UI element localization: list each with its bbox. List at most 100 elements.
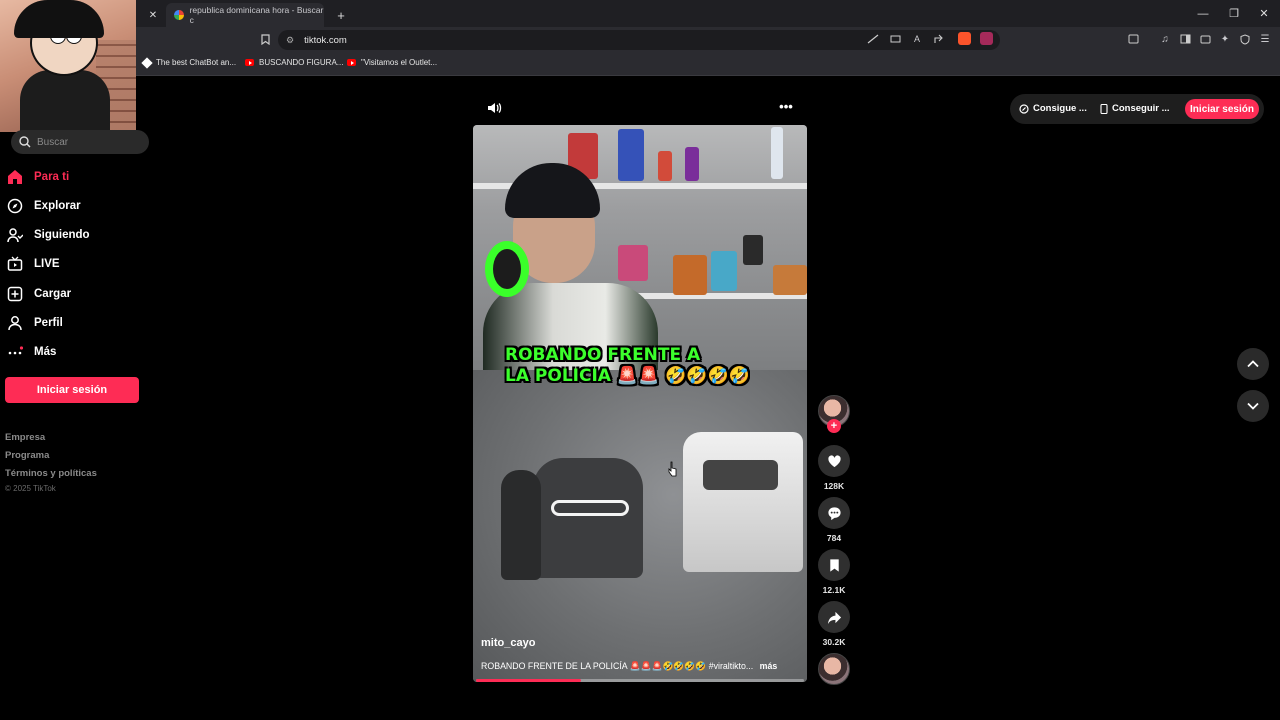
cast-icon[interactable] — [888, 30, 902, 48]
coin-icon — [1019, 103, 1029, 114]
streamer-hair — [505, 163, 600, 218]
sound-avatar[interactable] — [818, 653, 850, 685]
browser-toolbar: ⚙ tiktok.com — [0, 27, 1280, 52]
sidebar-item-label: Explorar — [34, 200, 81, 212]
sidebar-toggle-icon[interactable] — [1178, 30, 1192, 48]
menu-icon[interactable]: ☰ — [1258, 30, 1272, 48]
phone-icon — [1100, 103, 1108, 114]
next-video-button[interactable] — [1237, 390, 1269, 422]
sidebar-item-live[interactable]: LIVE — [7, 253, 60, 275]
home-icon — [8, 170, 22, 184]
save-count: 12.1K — [822, 585, 846, 595]
get-coins-label: Consigue ... — [1033, 103, 1087, 114]
video-player[interactable]: ROBANDO FRENTE A LA POLICIA 🚨🚨 🤣🤣🤣🤣 mito… — [473, 125, 807, 682]
footer-link-empresa[interactable]: Empresa — [5, 432, 45, 443]
toy-figure — [673, 255, 707, 295]
music-icon[interactable]: ♫ — [1158, 30, 1172, 48]
get-coins-button[interactable]: Consigue ... — [1019, 103, 1087, 114]
video-progress-bar[interactable] — [476, 679, 804, 682]
sidebar-item-explorar[interactable]: Explorar — [7, 195, 81, 217]
brave-shields-icon[interactable] — [958, 32, 971, 45]
bookmark-visitamos-outlet[interactable]: "Visitamos el Outlet... — [347, 58, 437, 67]
get-app-button[interactable]: Conseguir ... — [1100, 103, 1170, 114]
bookmarks-bar: The best ChatBot an... BUSCANDO FIGURA..… — [0, 52, 1280, 76]
no-wifi-icon[interactable] — [866, 30, 880, 48]
share-count: 30.2K — [822, 637, 846, 647]
comment-button[interactable] — [818, 497, 850, 529]
following-icon — [7, 228, 23, 243]
comment-icon — [827, 506, 841, 520]
sidebar-item-cargar[interactable]: Cargar — [7, 283, 71, 305]
previous-video-button[interactable] — [1237, 348, 1269, 380]
close-tab-button[interactable]: ✕ — [144, 3, 162, 27]
thief-figure — [501, 470, 541, 580]
active-tab[interactable]: republica dominicana hora - Buscar c — [166, 3, 324, 27]
save-button[interactable] — [818, 549, 850, 581]
site-info-icon[interactable]: ⚙ — [286, 35, 294, 46]
more-link[interactable]: más — [760, 661, 778, 671]
share-arrow-icon — [827, 611, 841, 624]
bookmark-label: "Visitamos el Outlet... — [361, 58, 438, 67]
header-login-button[interactable]: Iniciar sesión — [1185, 99, 1259, 119]
search-icon — [19, 136, 31, 148]
bookmark-buscando-figura[interactable]: BUSCANDO FIGURA... — [245, 58, 343, 67]
more-options-icon[interactable]: ••• — [778, 99, 794, 115]
search-input[interactable]: Buscar — [11, 130, 149, 154]
compass-icon — [7, 198, 23, 214]
get-app-label: Conseguir ... — [1112, 103, 1170, 114]
mototaxi — [533, 458, 643, 578]
url-text: tiktok.com — [304, 34, 347, 46]
follow-button[interactable]: + — [827, 419, 841, 433]
footer-link-programa[interactable]: Programa — [5, 450, 49, 461]
video-description: ROBANDO FRENTE DE LA POLICÍA 🚨🚨🚨🤣🤣🤣🤣 #vi… — [481, 661, 801, 672]
volume-icon[interactable] — [486, 100, 502, 116]
sidebar-item-siguiendo[interactable]: Siguiendo — [7, 224, 90, 246]
cartoon-cap — [14, 0, 104, 38]
cartoon-body — [20, 70, 110, 132]
toy-figure — [771, 127, 783, 179]
more-dots-icon — [8, 346, 23, 355]
bookmark-label: The best ChatBot an... — [156, 58, 237, 67]
video-username[interactable]: mito_cayo — [481, 637, 535, 649]
chevron-down-icon — [1247, 402, 1259, 410]
sidebar-login-button[interactable]: Iniciar sesión — [5, 377, 139, 403]
profile-icon — [8, 316, 22, 331]
share-icon[interactable] — [932, 30, 946, 48]
bookmark-page-icon[interactable] — [258, 30, 272, 48]
sidebar-item-perfil[interactable]: Perfil — [7, 312, 63, 334]
brave-rewards-icon[interactable] — [980, 32, 993, 45]
bookmark-chatbot[interactable]: The best ChatBot an... — [141, 56, 237, 69]
minimize-button[interactable]: — — [1188, 0, 1218, 27]
like-button[interactable] — [818, 445, 850, 477]
heart-icon — [827, 454, 841, 467]
sidebar-item-label: LIVE — [34, 258, 60, 270]
translate-icon[interactable]: A — [910, 30, 924, 48]
footer-link-terminos[interactable]: Términos y políticas — [5, 468, 97, 479]
copyright-text: © 2025 TikTok — [5, 484, 56, 493]
sidebar-item-label: Más — [34, 346, 57, 358]
share-button[interactable] — [818, 601, 850, 633]
video-upper-scene — [473, 125, 807, 383]
video-cctv-scene — [473, 370, 807, 682]
new-tab-button[interactable]: + — [334, 3, 348, 27]
leo-ai-icon[interactable]: ✦ — [1218, 30, 1232, 48]
chevron-up-icon — [1247, 360, 1259, 368]
overlay-caption-line: ROBANDO FRENTE A — [505, 345, 701, 365]
toy-figure — [711, 251, 737, 291]
active-tab-title: republica dominicana hora - Buscar c — [189, 5, 324, 25]
like-count: 128K — [823, 481, 845, 491]
sidebar-item-mas[interactable]: Más — [7, 341, 56, 363]
video-progress-fill — [476, 679, 581, 682]
vpn-shield-icon[interactable] — [1238, 30, 1252, 48]
youtube-icon — [245, 59, 254, 66]
chatbot-icon — [141, 56, 153, 69]
google-icon — [174, 10, 184, 20]
restore-button[interactable]: ❐ — [1219, 0, 1249, 27]
toy-figure — [743, 235, 763, 265]
wallet-icon[interactable] — [1198, 30, 1212, 48]
screenshot-icon[interactable] — [1126, 30, 1140, 48]
sidebar-item-para-ti[interactable]: Para ti — [7, 166, 69, 188]
mouse-cursor-icon — [668, 461, 677, 477]
window-close-button[interactable]: ✕ — [1249, 0, 1279, 27]
streamer-figure — [483, 163, 663, 383]
